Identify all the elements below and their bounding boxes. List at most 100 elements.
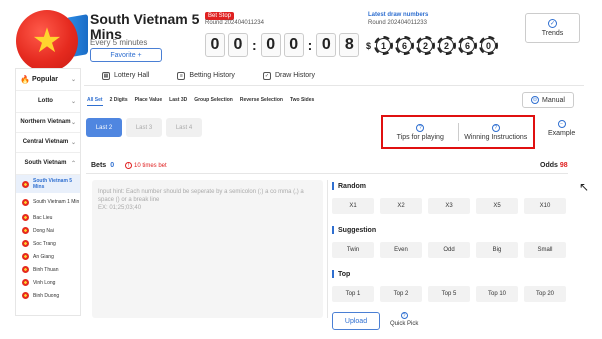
subtab-last-4[interactable]: Last 4	[166, 118, 202, 137]
suggestion-twin-button[interactable]: Twin	[332, 242, 374, 258]
tab-two-sides[interactable]: Two Sides	[290, 97, 314, 106]
trends-button[interactable]: ✓ Trends	[525, 13, 580, 43]
tab-reverse-selection[interactable]: Reverse Selection	[240, 97, 283, 106]
random-section-title: Random	[332, 180, 572, 192]
nav-label: Draw History	[274, 72, 315, 79]
random-x5-button[interactable]: X5	[476, 198, 518, 214]
tab-place-value[interactable]: Place Value	[135, 97, 163, 106]
sidebar-group-south[interactable]: South Vietnam ⌃	[16, 153, 80, 175]
suggestion-small-button[interactable]: Small	[524, 242, 566, 258]
top-section-title: Top	[332, 268, 572, 280]
vietnam-flag-icon	[22, 227, 29, 234]
sidebar-item-label: Binh Duong	[33, 292, 60, 299]
countdown-timer: 0 0 : 0 0 : 0 8	[205, 33, 360, 57]
sidebar-item-south-vietnam-1-min[interactable]: South Vietnam 1 Min	[16, 193, 80, 211]
info-icon: ?	[400, 312, 408, 319]
suggestion-even-button[interactable]: Even	[380, 242, 422, 258]
sidebar-item-binh-thuan[interactable]: Binh Thuan	[16, 263, 80, 276]
sidebar-item-bac-lieu[interactable]: Bac Lieu	[16, 211, 80, 224]
vietnam-flag-icon	[22, 266, 29, 273]
sidebar-item-soc-trang[interactable]: Soc Trang	[16, 237, 80, 250]
top-2-button[interactable]: Top 2	[380, 286, 422, 302]
mouse-cursor-icon: ↖	[579, 180, 590, 194]
sidebar-item-vinh-long[interactable]: Vinh Long	[16, 276, 80, 289]
selection-panel: Random X1 X2 X3 X5 X10 Suggestion Twin E…	[332, 180, 572, 330]
chevron-down-icon: ⌄	[70, 77, 76, 83]
section-label: Random	[338, 182, 366, 190]
result-ball: 6	[458, 36, 478, 55]
tips-for-playing-button[interactable]: ? Tips for playing	[383, 117, 458, 147]
nav-label: Betting History	[189, 72, 235, 79]
sidebar-popular-label: Popular	[31, 76, 59, 83]
grid-icon: ▦	[102, 71, 110, 80]
sidebar-lotto-label: Lotto	[37, 98, 53, 104]
draw-frequency: Every 5 minutes	[90, 38, 148, 47]
minus-circle-icon: −	[557, 120, 566, 128]
timer-separator: :	[307, 37, 313, 53]
example-button[interactable]: − Example	[548, 120, 575, 137]
timer-digit: 0	[228, 33, 248, 57]
tab-2-digits[interactable]: 2 Digits	[110, 97, 128, 106]
sidebar-lotto[interactable]: Lotto ⌄	[16, 91, 80, 113]
top-1-button[interactable]: Top 1	[332, 286, 374, 302]
nav-draw-history[interactable]: ✓ Draw History	[253, 71, 325, 80]
favorite-button[interactable]: Favorite +	[90, 48, 162, 62]
timer-digit: 0	[316, 33, 337, 57]
suggestion-options: Twin Even Odd Big Small	[332, 242, 572, 258]
list-icon: ≡	[177, 71, 186, 80]
random-x1-button[interactable]: X1	[332, 198, 374, 214]
sidebar-item-label: An Giang	[33, 253, 54, 260]
sidebar-item-label: Vinh Long	[33, 279, 56, 286]
bets-count: Bets 0	[91, 162, 114, 169]
random-x3-button[interactable]: X3	[428, 198, 470, 214]
current-round: Round 202404011234	[205, 20, 264, 26]
result-ball: 2	[416, 36, 436, 55]
winning-instructions-button[interactable]: ? Winning Instructions	[459, 117, 534, 147]
nav-betting-history[interactable]: ≡ Betting History	[167, 71, 245, 80]
input-example: EX: 01;25;03;40	[98, 205, 142, 211]
tips-label: Tips for playing	[396, 133, 444, 141]
nav-lottery-hall[interactable]: ▦ Lottery Hall	[92, 71, 159, 80]
info-icon: ?	[416, 123, 425, 132]
result-ball: 1	[374, 36, 394, 55]
section-marker	[332, 226, 334, 234]
sidebar-group-northern[interactable]: Northern Vietnam ⌄	[16, 113, 80, 133]
chevron-down-icon: ⌄	[70, 140, 76, 146]
random-x10-button[interactable]: X10	[524, 198, 566, 214]
sidebar-popular[interactable]: 🔥 Popular ⌄	[16, 69, 80, 91]
tips-highlight-box: ? Tips for playing ? Winning Instruction…	[381, 115, 535, 149]
upload-button[interactable]: Upload	[332, 312, 380, 330]
tab-all-set[interactable]: All Set	[87, 97, 103, 106]
sidebar-group-central[interactable]: Central Vietnam ⌄	[16, 133, 80, 153]
top-5-button[interactable]: Top 5	[428, 286, 470, 302]
manual-button[interactable]: ⊙ Manual	[522, 92, 574, 108]
latest-draw-title: Latest draw numbers	[368, 12, 429, 18]
sidebar-item-binh-duong[interactable]: Binh Duong	[16, 289, 80, 302]
suggestion-big-button[interactable]: Big	[476, 242, 518, 258]
draw-results: $ 1 6 2 2 6 0	[366, 36, 499, 55]
bet-number-input[interactable]: Input hint: Each number should be sepera…	[92, 180, 323, 318]
nav-label: Lottery Hall	[114, 72, 150, 79]
result-ball: 2	[437, 36, 457, 55]
top-10-button[interactable]: Top 10	[476, 286, 518, 302]
previous-round: Round 202404011233	[368, 20, 427, 26]
sidebar-item-south-vietnam-5-mins[interactable]: South Vietnam 5 Mins	[16, 175, 80, 193]
trends-label: Trends	[541, 30, 564, 37]
upload-row: Upload ? Quick Pick	[332, 312, 572, 330]
times-bet-label: 10 times bet	[134, 162, 167, 169]
divider	[86, 173, 568, 174]
top-20-button[interactable]: Top 20	[524, 286, 566, 302]
suggestion-odd-button[interactable]: Odd	[428, 242, 470, 258]
sidebar-item-dong-nai[interactable]: Dong Nai	[16, 224, 80, 237]
tab-last-3d[interactable]: Last 3D	[169, 97, 187, 106]
example-label: Example	[548, 130, 576, 137]
check-doc-icon: ✓	[262, 71, 271, 80]
random-x2-button[interactable]: X2	[380, 198, 422, 214]
tab-group-selection[interactable]: Group Selection	[194, 97, 233, 106]
vietnam-flag-icon	[22, 253, 29, 260]
quick-pick-button[interactable]: ? Quick Pick	[390, 312, 418, 327]
subtab-last-3[interactable]: Last 3	[126, 118, 162, 137]
sidebar-item-an-giang[interactable]: An Giang	[16, 250, 80, 263]
sidebar: 🔥 Popular ⌄ Lotto ⌄ Northern Vietnam ⌄ C…	[15, 68, 81, 316]
subtab-last-2[interactable]: Last 2	[86, 118, 122, 137]
